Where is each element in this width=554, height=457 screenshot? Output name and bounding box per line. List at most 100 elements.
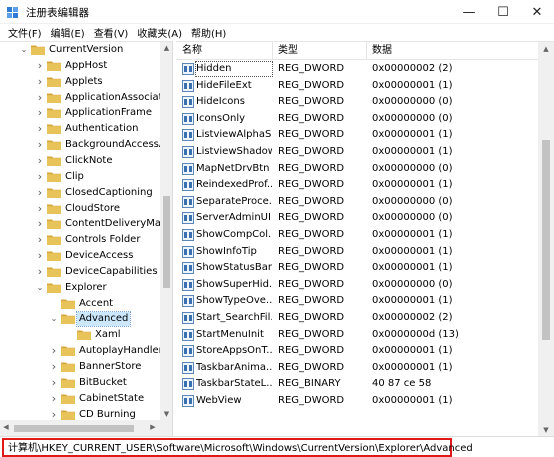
- value-row[interactable]: ListviewAlphaS... REG_DWORD 0x00000001 (1): [176, 127, 536, 144]
- tree-item[interactable]: › ClickNote: [0, 153, 160, 169]
- menu-file[interactable]: 文件(F): [4, 25, 47, 40]
- value-row[interactable]: ShowInfoTip REG_DWORD 0x00000001 (1): [176, 244, 536, 261]
- value-row[interactable]: ReindexedProf... REG_DWORD 0x00000001 (1): [176, 177, 536, 194]
- chevron-right-icon[interactable]: ›: [35, 217, 45, 231]
- list-vertical-scroll-thumb[interactable]: [542, 140, 550, 340]
- column-header-type[interactable]: 类型: [272, 44, 298, 58]
- chevron-right-icon[interactable]: ›: [49, 344, 59, 358]
- tree-item-label: ContentDeliveryMana: [65, 218, 160, 230]
- tree-item-label: Authentication: [65, 123, 139, 135]
- tree-item[interactable]: › BackgroundAccessAp: [0, 137, 160, 153]
- tree-item[interactable]: › Clip: [0, 169, 160, 185]
- chevron-down-icon[interactable]: ⌄: [19, 43, 29, 57]
- chevron-down-icon[interactable]: ⌄: [35, 281, 45, 295]
- value-type: REG_DWORD: [278, 179, 345, 191]
- scroll-right-arrow-icon[interactable]: ▶: [147, 423, 159, 431]
- value-row[interactable]: Start_SearchFil... REG_DWORD 0x00000002 (2…: [176, 310, 536, 327]
- value-row[interactable]: ShowTypeOve... REG_DWORD 0x00000001 (1): [176, 293, 536, 310]
- chevron-right-icon[interactable]: ›: [35, 170, 45, 184]
- chevron-right-icon[interactable]: ›: [35, 265, 45, 279]
- chevron-right-icon[interactable]: ›: [35, 138, 45, 152]
- registry-tree[interactable]: ▲ ▼ ◀ ▶ ⌄ CurrentVersion › AppHost › Applets ›…: [0, 41, 173, 436]
- minimize-button[interactable]: —: [452, 0, 486, 24]
- close-button[interactable]: ✕: [520, 0, 554, 24]
- scroll-up-arrow-icon[interactable]: ▲: [160, 42, 172, 54]
- folder-icon: [47, 124, 61, 135]
- chevron-right-icon[interactable]: ›: [35, 233, 45, 247]
- menu-favorites[interactable]: 收藏夹(A): [133, 25, 187, 40]
- folder-icon: [47, 172, 61, 182]
- scroll-down-arrow-icon[interactable]: ▼: [538, 423, 554, 436]
- tree-item[interactable]: Xaml: [0, 327, 160, 343]
- chevron-down-icon[interactable]: ⌄: [49, 312, 59, 326]
- value-row[interactable]: ServerAdminUI REG_DWORD 0x00000000 (0): [176, 210, 536, 227]
- maximize-button[interactable]: ☐: [486, 0, 520, 24]
- chevron-right-icon[interactable]: ›: [35, 202, 45, 216]
- chevron-right-icon[interactable]: ›: [35, 75, 45, 89]
- tree-item[interactable]: › ContentDeliveryMana: [0, 216, 160, 232]
- chevron-right-icon[interactable]: ›: [35, 249, 45, 263]
- menu-help[interactable]: 帮助(H): [187, 25, 231, 40]
- value-row[interactable]: ShowCompCol... REG_DWORD 0x00000001 (1): [176, 227, 536, 244]
- tree-item[interactable]: › CD Burning: [0, 407, 160, 423]
- tree-item[interactable]: ⌄ Advanced: [0, 311, 160, 328]
- column-header-name[interactable]: 名称: [176, 44, 202, 58]
- tree-item[interactable]: › DeviceAccess: [0, 248, 160, 264]
- chevron-right-icon[interactable]: ›: [35, 91, 45, 105]
- list-vertical-scrollbar[interactable]: ▲ ▼: [538, 42, 554, 436]
- tree-item[interactable]: › ClosedCaptioning: [0, 185, 160, 201]
- value-row[interactable]: TaskbarStateL... REG_BINARY 40 87 ce 58: [176, 376, 536, 393]
- tree-item[interactable]: › BitBucket: [0, 375, 160, 391]
- value-row[interactable]: ShowStatusBar REG_DWORD 0x00000001 (1): [176, 260, 536, 277]
- tree-item[interactable]: ⌄ Explorer: [0, 280, 160, 296]
- value-row[interactable]: Hidden REG_DWORD 0x00000002 (2): [176, 61, 536, 78]
- chevron-right-icon[interactable]: ›: [49, 376, 59, 390]
- value-row[interactable]: IconsOnly REG_DWORD 0x00000000 (0): [176, 111, 536, 128]
- tree-item[interactable]: Accent: [0, 296, 160, 312]
- value-row[interactable]: StoreAppsOnT... REG_DWORD 0x00000001 (1): [176, 343, 536, 360]
- value-name: StoreAppsOnT...: [196, 345, 272, 357]
- menu-edit[interactable]: 编辑(E): [47, 25, 90, 40]
- tree-item[interactable]: › CloudStore: [0, 201, 160, 217]
- tree-item[interactable]: › Controls Folder: [0, 232, 160, 248]
- value-row[interactable]: ListviewShadow REG_DWORD 0x00000001 (1): [176, 144, 536, 161]
- value-row[interactable]: HideFileExt REG_DWORD 0x00000001 (1): [176, 78, 536, 95]
- tree-item[interactable]: ⌄ CurrentVersion: [0, 42, 160, 58]
- value-row[interactable]: WebView REG_DWORD 0x00000001 (1): [176, 393, 536, 410]
- folder-icon: [47, 108, 61, 119]
- tree-item[interactable]: › ApplicationAssociatic: [0, 90, 160, 106]
- scroll-down-arrow-icon[interactable]: ▼: [160, 408, 172, 420]
- scroll-up-arrow-icon[interactable]: ▲: [538, 42, 554, 56]
- value-row[interactable]: SeparateProce... REG_DWORD 0x00000000 (0): [176, 194, 536, 211]
- values-list[interactable]: 名称 类型 数据 ▲ ▼ Hidden REG_DWORD 0x00000002 (…: [176, 41, 554, 436]
- column-header-data[interactable]: 数据: [366, 44, 392, 58]
- chevron-right-icon[interactable]: ›: [49, 392, 59, 406]
- chevron-right-icon[interactable]: ›: [35, 59, 45, 73]
- chevron-right-icon[interactable]: ›: [35, 106, 45, 120]
- tree-item[interactable]: › CabinetState: [0, 391, 160, 407]
- tree-item[interactable]: › ApplicationFrame: [0, 105, 160, 121]
- window-title: 注册表编辑器: [26, 7, 89, 19]
- chevron-right-icon[interactable]: ›: [49, 360, 59, 374]
- tree-item[interactable]: › Authentication: [0, 121, 160, 137]
- chevron-right-icon[interactable]: ›: [35, 122, 45, 136]
- tree-horizontal-scroll-thumb[interactable]: [14, 425, 134, 432]
- menu-view[interactable]: 查看(V): [90, 25, 134, 40]
- tree-item[interactable]: › Applets: [0, 74, 160, 90]
- value-row[interactable]: StartMenuInit REG_DWORD 0x0000000d (13): [176, 327, 536, 344]
- value-row[interactable]: HideIcons REG_DWORD 0x00000000 (0): [176, 94, 536, 111]
- tree-vertical-scroll-thumb[interactable]: [163, 196, 170, 288]
- tree-vertical-scrollbar[interactable]: ▲ ▼: [160, 42, 172, 420]
- chevron-right-icon[interactable]: ›: [35, 186, 45, 200]
- tree-item[interactable]: › DeviceCapabilities: [0, 264, 160, 280]
- value-row[interactable]: TaskbarAnima... REG_DWORD 0x00000001 (1): [176, 360, 536, 377]
- tree-item[interactable]: › AppHost: [0, 58, 160, 74]
- reg-dword-icon: [182, 195, 194, 208]
- scroll-left-arrow-icon[interactable]: ◀: [0, 423, 12, 431]
- tree-item[interactable]: › BannerStore: [0, 359, 160, 375]
- tree-item[interactable]: › AutoplayHandlers: [0, 343, 160, 359]
- chevron-right-icon[interactable]: ›: [49, 408, 59, 422]
- chevron-right-icon[interactable]: ›: [35, 154, 45, 168]
- value-row[interactable]: MapNetDrvBtn REG_DWORD 0x00000000 (0): [176, 161, 536, 178]
- value-row[interactable]: ShowSuperHid... REG_DWORD 0x00000000 (0): [176, 277, 536, 294]
